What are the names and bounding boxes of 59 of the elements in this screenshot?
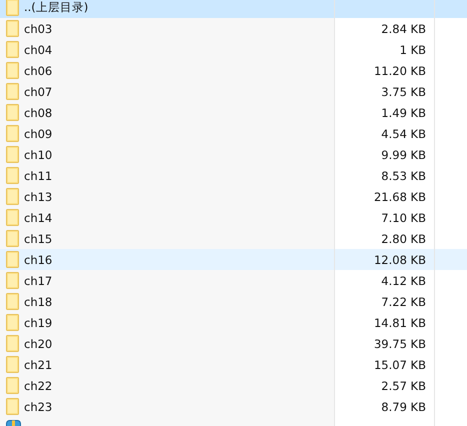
folder-icon: [6, 398, 19, 415]
file-size: 7.22 KB: [381, 294, 426, 308]
file-name: ch11: [24, 168, 52, 182]
folder-icon: [6, 251, 19, 268]
file-size: 7.10 KB: [381, 210, 426, 224]
file-name: ch17: [24, 274, 52, 288]
folder-icon: [6, 230, 19, 247]
file-size: 15.07 KB: [374, 358, 426, 372]
folder-icon: [6, 377, 19, 394]
file-name: ch03: [24, 22, 52, 36]
file-name: ch10: [24, 148, 52, 162]
file-name: ch23: [24, 400, 52, 414]
file-size: 2.80 KB: [381, 232, 426, 246]
file-name: ch13: [24, 190, 52, 204]
folder-icon: [6, 146, 19, 163]
folder-icon: [6, 188, 19, 205]
folder-icon: [6, 167, 19, 184]
folder-icon: [6, 125, 19, 142]
file-size: 4.12 KB: [381, 274, 426, 288]
file-size: 39.75 KB: [374, 336, 426, 350]
file-name: ch16: [24, 252, 52, 266]
file-name: ..(上层目录): [24, 0, 88, 15]
file-name: ch07: [24, 84, 52, 98]
file-size: 2.57 KB: [381, 378, 426, 392]
file-name: ch18: [24, 294, 52, 308]
file-name: ch08: [24, 106, 52, 120]
file-name: ch20: [24, 336, 52, 350]
file-size: 8.53 KB: [381, 168, 426, 182]
file-name: ch21: [24, 358, 52, 372]
folder-icon: [6, 104, 19, 121]
file-name: ch04: [24, 42, 52, 56]
folder-icon: [6, 314, 19, 331]
folder-icon: [6, 0, 19, 16]
file-size: 11.20 KB: [374, 64, 426, 78]
file-name: ch19: [24, 316, 52, 330]
file-name: ch22: [24, 378, 52, 392]
folder-icon: [6, 356, 19, 373]
file-name: ch15: [24, 232, 52, 246]
file-size: 4.54 KB: [381, 126, 426, 140]
folder-icon: [6, 20, 19, 37]
file-name: ch06: [24, 64, 52, 78]
file-size: 8.79 KB: [381, 400, 426, 414]
folder-icon: [6, 62, 19, 79]
file-size: 12.08 KB: [374, 252, 426, 266]
file-size: 3.75 KB: [381, 84, 426, 98]
folder-icon: [6, 83, 19, 100]
file-size: 14.81 KB: [374, 316, 426, 330]
file-size: 21.68 KB: [374, 190, 426, 204]
folder-icon: [6, 209, 19, 226]
file-name: ch09: [24, 126, 52, 140]
file-size: 1 KB: [400, 42, 426, 56]
file-size: 2.84 KB: [381, 22, 426, 36]
folder-icon: [6, 272, 19, 289]
folder-icon: [6, 335, 19, 352]
file-size: 1.49 KB: [381, 106, 426, 120]
folder-icon: [6, 41, 19, 58]
file-name: ch14: [24, 210, 52, 224]
folder-icon: [6, 293, 19, 310]
file-size: 9.99 KB: [381, 148, 426, 162]
